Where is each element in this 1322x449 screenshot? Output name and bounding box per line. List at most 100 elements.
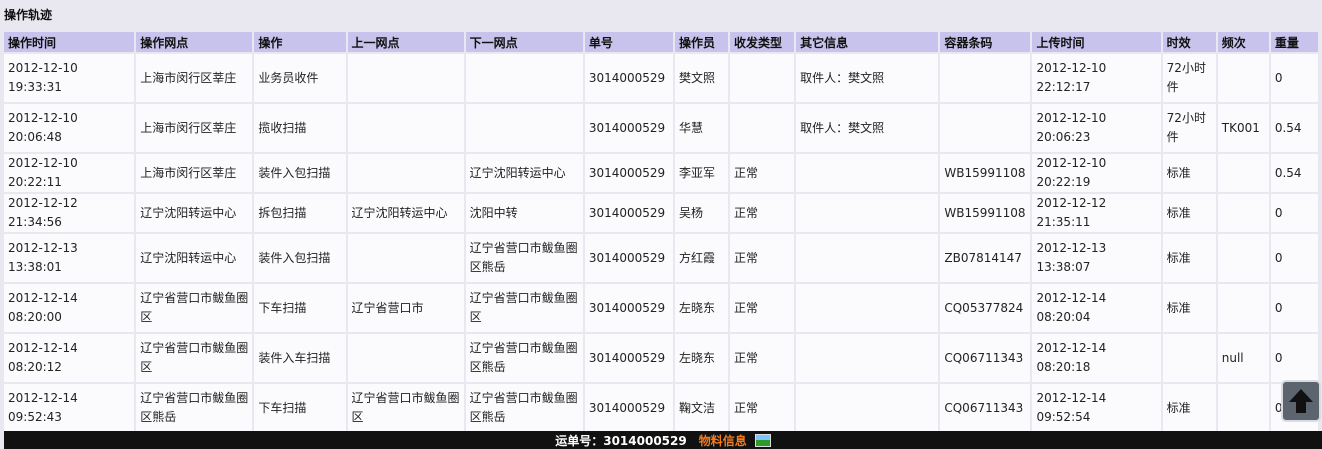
table-cell: 辽宁省营口市鲅鱼圈区 bbox=[347, 384, 464, 432]
table-cell: 标准 bbox=[1162, 284, 1216, 332]
table-cell: 左晓东 bbox=[674, 334, 729, 382]
table-cell: WB15991108 bbox=[940, 194, 1031, 232]
table-cell: 3014000529 bbox=[584, 154, 673, 192]
table-cell: 正常 bbox=[730, 384, 795, 432]
table-cell bbox=[347, 54, 464, 102]
table-cell: 业务员收件 bbox=[254, 54, 346, 102]
table-cell: 装件入包扫描 bbox=[254, 154, 346, 192]
table-cell: 正常 bbox=[730, 234, 795, 282]
table-cell: 2012-12-10 19:33:31 bbox=[4, 54, 135, 102]
table-cell: 0.54 bbox=[1270, 104, 1318, 152]
table-cell: 2012-12-12 21:35:11 bbox=[1032, 194, 1161, 232]
column-header: 单号 bbox=[584, 32, 673, 52]
table-cell bbox=[730, 54, 795, 102]
table-cell bbox=[465, 104, 583, 152]
table-row: 2012-12-12 21:34:56 辽宁沈阳转运中心 拆包扫描 辽宁沈阳转运中心沈… bbox=[4, 194, 1318, 232]
column-header: 频次 bbox=[1217, 32, 1269, 52]
table-cell: 正常 bbox=[730, 334, 795, 382]
table-cell: 沈阳中转 bbox=[465, 194, 583, 232]
table-cell: 方红霞 bbox=[674, 234, 729, 282]
table-row: 2012-12-14 08:20:00 辽宁省营口市鲅鱼圈区 下车扫描 辽宁省营口市辽… bbox=[4, 284, 1318, 332]
table-cell: 3014000529 bbox=[584, 384, 673, 432]
table-cell: 上海市闵行区莘庄 bbox=[136, 154, 253, 192]
table-cell: 72小时件 bbox=[1162, 104, 1216, 152]
table-cell bbox=[796, 154, 939, 192]
table-row: 2012-12-10 20:06:48 上海市闵行区莘庄 揽收扫描 301400052… bbox=[4, 104, 1318, 152]
table-cell: 2012-12-14 08:20:00 bbox=[4, 284, 135, 332]
waybill-number: 运单号：3014000529 bbox=[555, 433, 687, 448]
column-header: 时效 bbox=[1162, 32, 1216, 52]
table-cell: 标准 bbox=[1162, 384, 1216, 432]
column-header: 操作网点 bbox=[136, 32, 253, 52]
table-cell: 鞠文洁 bbox=[674, 384, 729, 432]
table-cell: 3014000529 bbox=[584, 234, 673, 282]
table-row: 2012-12-13 13:38:01 辽宁沈阳转运中心 装件入包扫描 辽宁省营口市鲅… bbox=[4, 234, 1318, 282]
table-cell bbox=[347, 104, 464, 152]
table-cell: 标准 bbox=[1162, 234, 1216, 282]
table-cell: 装件入包扫描 bbox=[254, 234, 346, 282]
table-cell: 72小时件 bbox=[1162, 54, 1216, 102]
table-cell: 下车扫描 bbox=[254, 284, 346, 332]
table-cell: 左晓东 bbox=[674, 284, 729, 332]
column-header: 上一网点 bbox=[347, 32, 464, 52]
section-title: 操作轨迹 bbox=[4, 8, 53, 22]
table-cell: 辽宁沈阳转运中心 bbox=[465, 154, 583, 192]
table-cell: CQ06711343 bbox=[940, 384, 1031, 432]
table-cell: 拆包扫描 bbox=[254, 194, 346, 232]
table-cell bbox=[1217, 54, 1269, 102]
table-cell bbox=[347, 154, 464, 192]
table-cell: 辽宁省营口市 bbox=[347, 284, 464, 332]
table-cell bbox=[940, 104, 1031, 152]
table-cell: 0 bbox=[1270, 284, 1318, 332]
table-cell: 辽宁省营口市鲅鱼圈区熊岳 bbox=[465, 334, 583, 382]
table-cell: 0 bbox=[1270, 54, 1318, 102]
table-cell: 2012-12-14 08:20:04 bbox=[1032, 284, 1161, 332]
table-cell: 吴杨 bbox=[674, 194, 729, 232]
column-header: 容器条码 bbox=[940, 32, 1031, 52]
table-cell: 上海市闵行区莘庄 bbox=[136, 54, 253, 102]
table-row: 2012-12-10 19:33:31 上海市闵行区莘庄 业务员收件 30140005… bbox=[4, 54, 1318, 102]
image-icon[interactable] bbox=[754, 433, 771, 447]
table-cell: 2012-12-10 20:22:19 bbox=[1032, 154, 1161, 192]
column-header: 重量 bbox=[1270, 32, 1318, 52]
table-cell bbox=[1162, 334, 1216, 382]
table-cell: 2012-12-10 20:22:11 bbox=[4, 154, 135, 192]
table-cell bbox=[1217, 284, 1269, 332]
table-cell: 2012-12-12 21:34:56 bbox=[4, 194, 135, 232]
table-cell: 辽宁省营口市鲅鱼圈区 bbox=[465, 284, 583, 332]
table-cell: 樊文照 bbox=[674, 54, 729, 102]
table-cell: 辽宁省营口市鲅鱼圈区熊岳 bbox=[465, 384, 583, 432]
table-row: 2012-12-14 08:20:12 辽宁省营口市鲅鱼圈区 装件入车扫描 辽宁省营口… bbox=[4, 334, 1318, 382]
arrow-up-icon bbox=[1289, 389, 1313, 413]
table-cell: 0 bbox=[1270, 234, 1318, 282]
table-cell: 2012-12-13 13:38:01 bbox=[4, 234, 135, 282]
table-cell bbox=[796, 384, 939, 432]
table-body: 2012-12-10 19:33:31 上海市闵行区莘庄 业务员收件 30140005… bbox=[4, 54, 1318, 432]
table-cell: 0.54 bbox=[1270, 154, 1318, 192]
table-cell: 华慧 bbox=[674, 104, 729, 152]
table-cell: 正常 bbox=[730, 284, 795, 332]
table-cell: 装件入车扫描 bbox=[254, 334, 346, 382]
table-cell: 3014000529 bbox=[584, 194, 673, 232]
material-info-link[interactable]: 物料信息 bbox=[699, 432, 747, 449]
tracking-table: 操作时间 操作网点 操作 上一网点 下一网点 单号 操作员 收发类型 其它信息 容器条码 上传时间时… bbox=[2, 30, 1320, 434]
table-cell: 3014000529 bbox=[584, 54, 673, 102]
table-cell: 2012-12-14 09:52:54 bbox=[1032, 384, 1161, 432]
column-header: 收发类型 bbox=[730, 32, 795, 52]
column-header: 操作时间 bbox=[4, 32, 135, 52]
table-cell: null bbox=[1217, 334, 1269, 382]
table-cell: WB15991108 bbox=[940, 154, 1031, 192]
column-header: 上传时间 bbox=[1032, 32, 1161, 52]
table-cell bbox=[796, 284, 939, 332]
table-cell: 上海市闵行区莘庄 bbox=[136, 104, 253, 152]
table-cell bbox=[465, 54, 583, 102]
table-cell: 下车扫描 bbox=[254, 384, 346, 432]
table-cell bbox=[796, 194, 939, 232]
table-cell bbox=[347, 334, 464, 382]
scroll-to-top-button[interactable] bbox=[1281, 380, 1321, 422]
column-header: 其它信息 bbox=[796, 32, 939, 52]
table-cell bbox=[1217, 154, 1269, 192]
table-cell: 2012-12-13 13:38:07 bbox=[1032, 234, 1161, 282]
table-cell: 揽收扫描 bbox=[254, 104, 346, 152]
table-cell: 辽宁省营口市鲅鱼圈区熊岳 bbox=[465, 234, 583, 282]
